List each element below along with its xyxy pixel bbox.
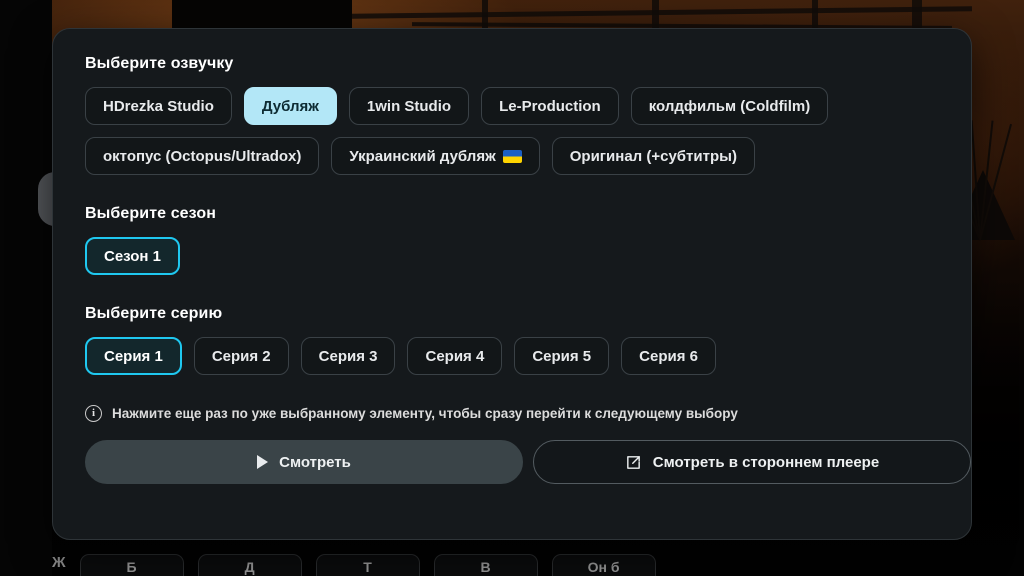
bottom-chip[interactable]: Он б [551,554,656,576]
modal-actions: Смотреть Смотреть в стороннем плеере [85,440,971,484]
watch-button[interactable]: Смотреть [85,440,523,484]
screen: Ж Б Д Т В Он б Выберите озвучку HDrezka … [0,0,1024,576]
play-icon [257,455,269,469]
voice-options-row: HDrezka Studio Дубляж 1win Studio Le-Pro… [85,87,939,175]
bottom-filter-row: Ж Б Д Т В Он б [0,550,1024,576]
voice-option-dublyazh[interactable]: Дубляж [243,87,337,125]
external-link-icon [626,455,640,469]
voice-option-hdrezka[interactable]: HDrezka Studio [85,87,232,125]
episode-options-row: Серия 1 Серия 2 Серия 3 Серия 4 Серия 5 … [85,337,939,375]
bottom-row-label: Ж [52,554,66,571]
bottom-chip[interactable]: Б [79,554,184,576]
watch-external-button[interactable]: Смотреть в стороннем плеере [533,440,971,484]
episode-option-3[interactable]: Серия 3 [300,337,396,375]
voice-option-octopus[interactable]: октопус (Octopus/Ultradox) [85,137,320,175]
watch-button-label: Смотреть [279,453,351,471]
voice-option-coldfilm[interactable]: колдфильм (Coldfilm) [630,87,829,125]
episode-section-title: Выберите серию [85,305,223,322]
background-beam [351,6,973,19]
season-options-row: Сезон 1 [85,237,939,275]
bottom-chip[interactable]: В [433,554,538,576]
voice-option-le-production[interactable]: Le-Production [481,87,619,125]
bottom-chip[interactable]: Т [315,554,420,576]
season-section-title: Выберите сезон [85,205,216,222]
hint-text: Нажмите еще раз по уже выбранному элемен… [112,406,738,421]
info-icon: i [85,405,102,422]
voice-option-ukrainian[interactable]: Украинский дубляж [331,137,540,175]
voice-option-1win[interactable]: 1win Studio [348,87,470,125]
hint-message: i Нажмите еще раз по уже выбранному элем… [85,405,939,422]
ukraine-flag-icon [502,149,522,163]
episode-option-5[interactable]: Серия 5 [514,337,610,375]
episode-option-4[interactable]: Серия 4 [407,337,503,375]
season-option-1[interactable]: Сезон 1 [85,237,180,275]
episode-option-1[interactable]: Серия 1 [85,337,182,375]
episode-option-2[interactable]: Серия 2 [193,337,289,375]
voice-option-original[interactable]: Оригинал (+субтитры) [551,137,755,175]
watch-external-button-label: Смотреть в стороннем плеере [652,453,880,471]
voice-section-title: Выберите озвучку [85,55,234,72]
selection-modal: Выберите озвучку HDrezka Studio Дубляж 1… [52,28,972,540]
episode-option-6[interactable]: Серия 6 [621,337,716,375]
voice-option-ukrainian-label: Украинский дубляж [349,147,496,165]
bottom-chip[interactable]: Д [197,554,302,576]
